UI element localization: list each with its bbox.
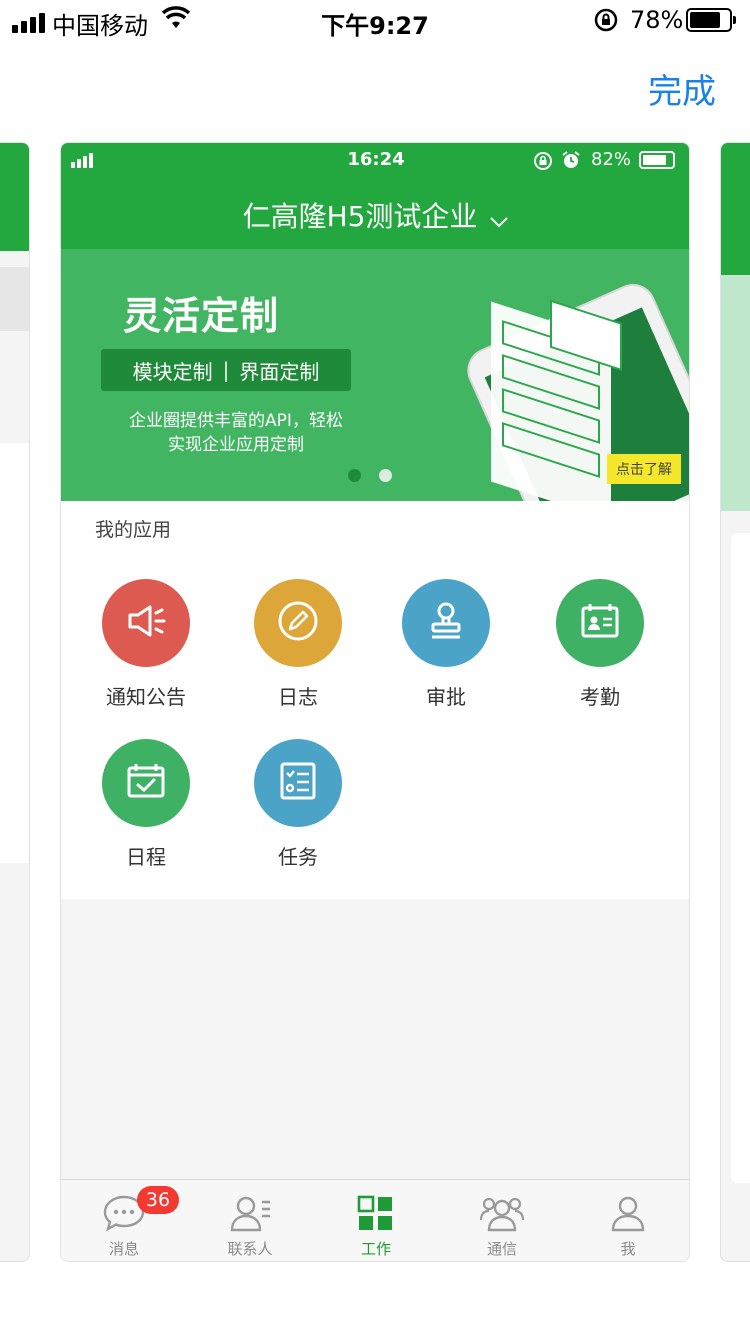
task-list-icon [276, 759, 320, 808]
app-notice[interactable]: 通知公告 [81, 579, 211, 710]
next-page-card[interactable] [720, 142, 750, 1262]
app-task-circle [254, 739, 342, 827]
id-card-icon [578, 599, 622, 648]
app-switcher-screen: 中国移动 下午9:27 78% 完成 16:24 82% 仁高隆H5测试企业 灵… [0, 0, 750, 1334]
banner-title: 灵活定制 [122, 294, 279, 338]
tab-label: 联系人 [227, 1240, 273, 1258]
company-name: 仁高隆H5测试企业 [242, 200, 478, 233]
banner-tag-separator: | [222, 358, 230, 382]
preview-battery-icon [639, 151, 675, 169]
app-task[interactable]: 任务 [233, 739, 363, 870]
grid-icon [356, 1195, 396, 1238]
banner-desc-line-1: 企业圈提供丰富的API，轻松 [129, 411, 343, 431]
tab-label: 工作 [360, 1240, 391, 1258]
chat-icon [102, 1195, 146, 1236]
bottom-tab-bar: 36 消息 联系人 工作 通信 我 [61, 1179, 689, 1261]
person-icon [608, 1196, 648, 1238]
calendar-check-icon [124, 759, 168, 808]
tab-messages[interactable]: 36 消息 [61, 1180, 187, 1261]
app-label: 日志 [278, 685, 318, 709]
rotation-lock-icon [533, 151, 553, 176]
group-icon [479, 1197, 525, 1238]
app-label: 考勤 [580, 685, 620, 709]
pencil-icon [276, 599, 320, 648]
preview-battery-percent: 82% [591, 149, 632, 170]
app-label: 通知公告 [106, 685, 186, 709]
done-button[interactable]: 完成 [648, 64, 716, 113]
app-label: 任务 [278, 845, 318, 869]
chevron-down-icon [489, 202, 509, 235]
app-approval[interactable]: 审批 [381, 579, 511, 710]
carousel-dot-1[interactable] [348, 469, 361, 482]
banner-description: 企业圈提供丰富的API，轻松 实现企业应用定制 [91, 409, 381, 457]
banner-tag-module: 模块定制 [132, 359, 213, 384]
app-attendance[interactable]: 考勤 [535, 579, 665, 710]
company-selector[interactable]: 仁高隆H5测试企业 [61, 195, 689, 235]
learn-more-button[interactable]: 点击了解 [607, 454, 681, 484]
app-label: 审批 [426, 685, 466, 709]
tab-communication[interactable]: 通信 [439, 1180, 565, 1261]
promo-banner[interactable]: 灵活定制 模块定制 | 界面定制 企业圈提供丰富的API，轻松 实现企业应用定制… [61, 249, 689, 501]
battery-icon [686, 8, 736, 32]
banner-desc-line-2: 实现企业应用定制 [168, 435, 304, 455]
app-log-circle [254, 579, 342, 667]
tab-label: 消息 [108, 1240, 139, 1258]
tab-label: 我 [620, 1240, 636, 1258]
my-apps-section: 我的应用 通知公告 日志 审批 考勤 日程 任务 [61, 501, 689, 899]
alarm-icon [561, 150, 581, 175]
page-preview-card[interactable]: 16:24 82% 仁高隆H5测试企业 灵活定制 模块定制 | 界面定制 企业圈… [60, 142, 690, 1262]
battery-percent: 78% [630, 6, 684, 34]
app-log[interactable]: 日志 [233, 579, 363, 710]
ios-status-bar: 中国移动 下午9:27 78% [0, 0, 750, 40]
contacts-icon [228, 1196, 272, 1238]
previous-page-card[interactable] [0, 142, 30, 1262]
unread-badge: 36 [137, 1186, 179, 1214]
section-title: 我的应用 [95, 519, 172, 541]
carousel-dots[interactable] [348, 469, 392, 482]
app-schedule-circle [102, 739, 190, 827]
tab-work[interactable]: 工作 [313, 1180, 439, 1261]
stamp-icon [424, 599, 468, 648]
megaphone-icon [124, 599, 168, 648]
app-label: 日程 [126, 845, 166, 869]
header-bar: 16:24 82% 仁高隆H5测试企业 [61, 143, 689, 249]
banner-tag-interface: 界面定制 [239, 359, 320, 384]
carousel-dot-2[interactable] [379, 469, 392, 482]
app-attendance-circle [556, 579, 644, 667]
tab-contacts[interactable]: 联系人 [187, 1180, 313, 1261]
app-schedule[interactable]: 日程 [81, 739, 211, 870]
tab-label: 通信 [486, 1240, 517, 1258]
tab-me[interactable]: 我 [565, 1180, 689, 1261]
banner-tags: 模块定制 | 界面定制 [101, 349, 351, 391]
rotation-lock-icon [594, 8, 618, 37]
preview-status-bar: 16:24 82% [61, 143, 689, 177]
app-approval-circle [402, 579, 490, 667]
app-notice-circle [102, 579, 190, 667]
